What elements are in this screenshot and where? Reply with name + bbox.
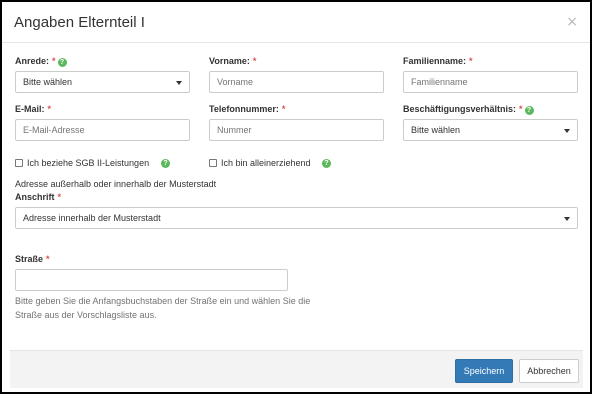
beschaeftigung-label: Beschäftigungsverhältnis: *?	[403, 104, 534, 115]
help-icon[interactable]: ?	[524, 106, 534, 115]
alleinerziehend-checkbox-label[interactable]: Ich bin alleinerziehend	[221, 158, 311, 168]
telefon-input[interactable]	[209, 119, 384, 141]
vorname-label: Vorname: *	[209, 56, 256, 66]
adresse-hint: Adresse außerhalb oder innerhalb der Mus…	[15, 179, 217, 189]
required-marker: *	[252, 56, 257, 66]
modal-footer: Speichern Abbrechen	[10, 350, 583, 388]
sgb-checkbox-row: Ich beziehe SGB II-Leistungen	[15, 158, 149, 168]
familienname-input[interactable]	[403, 71, 578, 93]
required-marker: *	[469, 56, 473, 66]
telefon-label: Telefonnummer: *	[209, 104, 285, 114]
strasse-input[interactable]	[15, 269, 288, 291]
email-label: E-Mail: *	[15, 104, 51, 114]
required-marker: *	[519, 104, 523, 114]
cancel-button[interactable]: Abbrechen	[519, 359, 579, 383]
chevron-down-icon	[564, 217, 570, 221]
anrede-select-value: Bitte wählen	[23, 77, 73, 87]
anschrift-label: Anschrift *	[15, 192, 61, 202]
vorname-label-text: Vorname:	[209, 56, 250, 66]
close-icon[interactable]: ×	[566, 14, 578, 30]
help-icon[interactable]: ?	[161, 159, 170, 168]
help-icon[interactable]: ?	[57, 58, 67, 67]
required-marker: *	[281, 104, 286, 114]
sgb-checkbox-label[interactable]: Ich beziehe SGB II-Leistungen	[27, 158, 149, 168]
anrede-select[interactable]: Bitte wählen	[15, 71, 190, 93]
email-label-text: E-Mail:	[15, 104, 45, 114]
save-button[interactable]: Speichern	[455, 359, 513, 383]
modal-header: Angaben Elternteil I ×	[2, 2, 590, 43]
strasse-hint: Bitte geben Sie die Anfangsbuchstaben de…	[15, 296, 311, 320]
anschrift-select[interactable]: Adresse innerhalb der Musterstadt	[15, 207, 578, 229]
beschaeftigung-select-value: Bitte wählen	[411, 125, 461, 135]
modal-dialog: Angaben Elternteil I × Anrede: *? Bitte w…	[0, 0, 592, 394]
familienname-label-text: Familienname:	[403, 56, 467, 66]
alleinerziehend-checkbox-row: Ich bin alleinerziehend	[209, 158, 311, 168]
beschaeftigung-label-text: Beschäftigungsverhältnis:	[403, 104, 517, 114]
telefon-label-text: Telefonnummer:	[209, 104, 279, 114]
chevron-down-icon	[564, 129, 570, 133]
anschrift-label-text: Anschrift	[15, 192, 55, 202]
strasse-label: Straße *	[15, 254, 50, 264]
email-input[interactable]	[15, 119, 190, 141]
anschrift-select-value: Adresse innerhalb der Musterstadt	[23, 213, 161, 223]
help-icon[interactable]: ?	[322, 159, 331, 168]
vorname-input[interactable]	[209, 71, 384, 93]
required-marker: *	[46, 254, 50, 264]
required-marker: *	[52, 56, 56, 66]
required-marker: *	[47, 104, 52, 114]
chevron-down-icon	[176, 81, 182, 85]
required-marker: *	[57, 192, 62, 202]
beschaeftigung-select[interactable]: Bitte wählen	[403, 119, 578, 141]
familienname-label: Familienname: *	[403, 56, 473, 66]
alleinerziehend-checkbox[interactable]	[209, 159, 217, 167]
anrede-label: Anrede: *?	[15, 56, 67, 67]
sgb-checkbox[interactable]	[15, 159, 23, 167]
anrede-label-text: Anrede:	[15, 56, 50, 66]
modal-title: Angaben Elternteil I	[14, 14, 145, 31]
strasse-label-text: Straße	[15, 254, 44, 264]
